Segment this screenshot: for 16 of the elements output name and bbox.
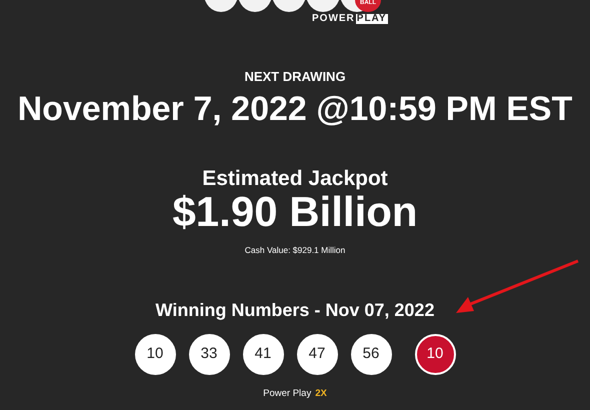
section-heading: Winning Numbers - Nov 07, 2022 <box>154 298 436 322</box>
section-label: NEXT DRAWING <box>243 68 347 86</box>
number-ball: 41 <box>242 334 284 375</box>
number-ball: 47 <box>296 334 338 375</box>
power-play-multiplier: 2X <box>315 386 327 401</box>
number-ball: 56 <box>350 334 392 375</box>
number-ball: 33 <box>188 334 230 375</box>
drawing-date: November 7, 2022 @10:59 PM EST <box>16 90 574 128</box>
logo-text: PLAY <box>356 14 388 24</box>
section-label: Estimated Jackpot <box>201 166 389 190</box>
jackpot-amount: $1.90 Billion <box>171 190 419 234</box>
number-ball: 10 <box>134 334 176 375</box>
powerball: 10 <box>414 334 456 375</box>
cash-value: Cash Value: $929.1 Million <box>244 244 346 257</box>
power-play-label: Power Play <box>263 386 312 401</box>
logo-text: POWER <box>312 14 355 24</box>
